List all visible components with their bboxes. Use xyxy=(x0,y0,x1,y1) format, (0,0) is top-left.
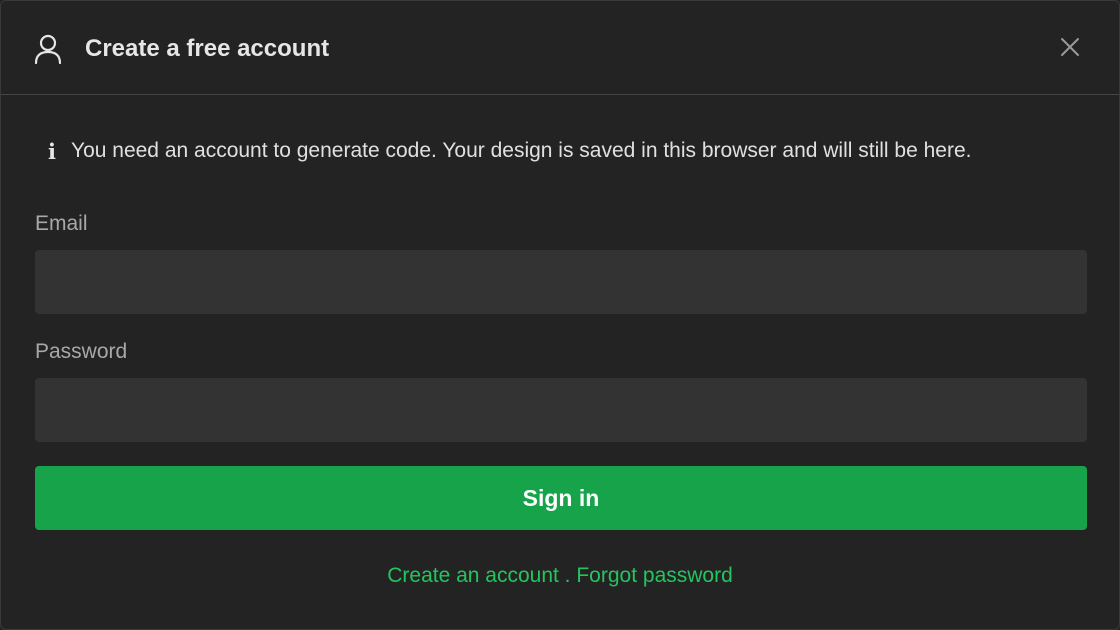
info-icon: i xyxy=(48,138,56,164)
user-icon xyxy=(34,34,62,65)
email-label: Email xyxy=(35,212,88,235)
create-account-link[interactable]: Create an account xyxy=(387,564,559,587)
info-notice: i You need an account to generate code. … xyxy=(45,135,971,167)
password-label: Password xyxy=(35,340,128,363)
close-button[interactable] xyxy=(1055,34,1085,64)
create-account-dialog: Create a free account i You need an acco… xyxy=(0,0,1120,630)
password-field[interactable] xyxy=(35,378,1087,442)
dialog-header: Create a free account xyxy=(1,1,1119,95)
sign-in-button[interactable]: Sign in xyxy=(35,466,1087,530)
close-icon xyxy=(1060,37,1080,62)
forgot-password-link[interactable]: Forgot password xyxy=(576,564,732,587)
link-separator: . xyxy=(558,564,577,587)
dialog-title: Create a free account xyxy=(85,35,330,62)
email-field[interactable] xyxy=(35,250,1087,314)
info-message: You need an account to generate code. Yo… xyxy=(71,139,972,162)
footer-links: Create an account . Forgot password xyxy=(1,564,1119,588)
